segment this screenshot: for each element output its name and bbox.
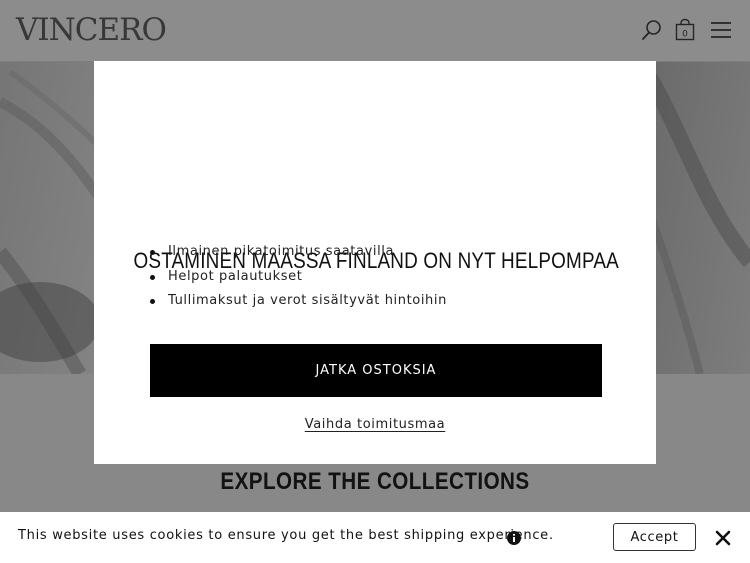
benefit-item: Ilmainen pikatoimitus saatavilla (150, 243, 447, 268)
cookie-message: This website uses cookies to ensure you … (18, 528, 554, 543)
close-icon[interactable] (714, 529, 732, 547)
accept-cookies-button[interactable]: Accept (613, 523, 696, 551)
info-icon[interactable] (507, 531, 521, 545)
benefit-item: Tullimaksut ja verot sisältyvät hintoihi… (150, 292, 447, 317)
cookie-bar: This website uses cookies to ensure you … (0, 512, 750, 563)
benefit-item: Helpot palautukset (150, 268, 447, 293)
change-country-link[interactable]: Vaihda toimitusmaa (305, 417, 446, 432)
continue-shopping-button[interactable]: JATKA OSTOKSIA (150, 344, 602, 397)
change-country-row: Vaihda toimitusmaa (0, 413, 750, 432)
benefits-list: Ilmainen pikatoimitus saatavilla Helpot … (150, 243, 447, 317)
